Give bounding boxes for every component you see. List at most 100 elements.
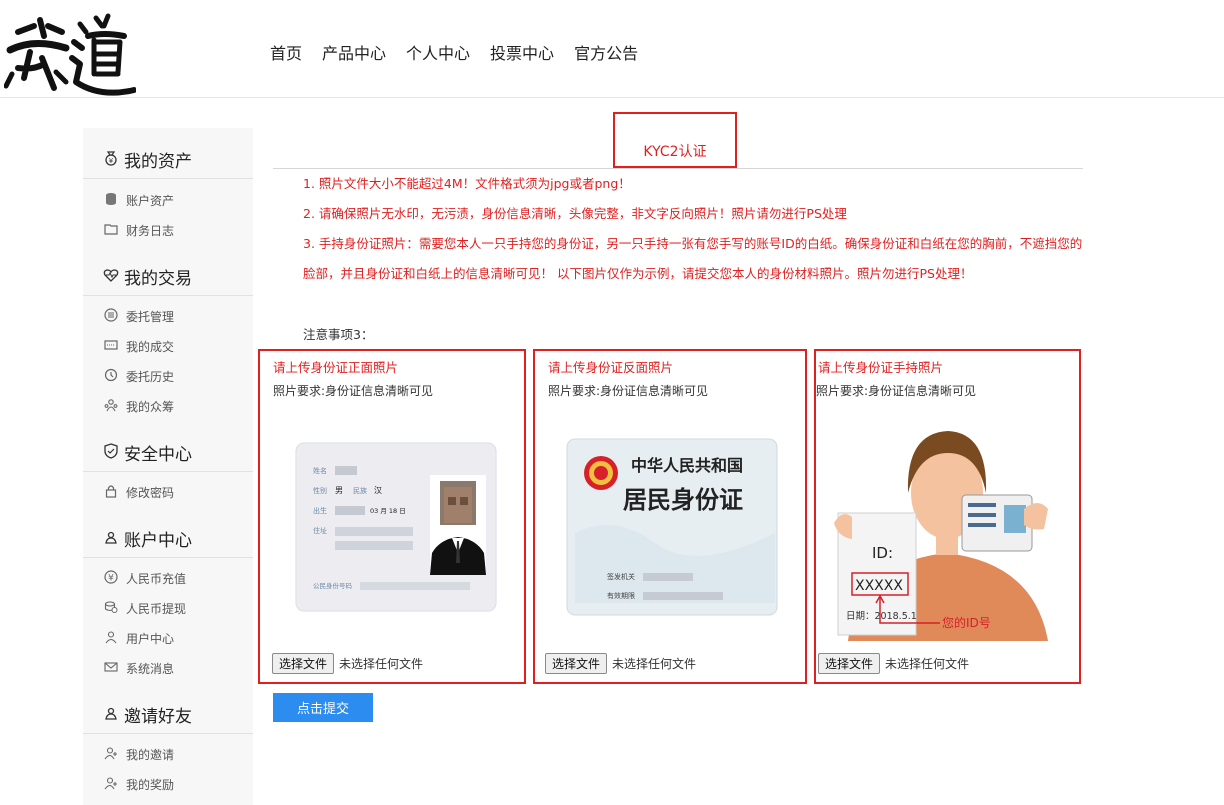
- sidebar-item-label: 修改密码: [126, 486, 175, 500]
- front-address-label: 住址: [313, 526, 327, 535]
- folder-icon: [104, 224, 118, 235]
- sidebar-item-my-crowdfunding[interactable]: 我的众筹: [83, 393, 253, 419]
- file-status: 未选择任何文件: [612, 657, 697, 671]
- nav-announcements[interactable]: 官方公告: [574, 40, 638, 64]
- sidebar-item-rmb-withdraw[interactable]: 人民币提现: [83, 595, 253, 621]
- choose-file-button[interactable]: 选择文件: [272, 653, 335, 674]
- sidebar-item-label: 系统消息: [126, 662, 175, 676]
- sidebar-item-user-center[interactable]: 用户中心: [83, 625, 253, 651]
- file-input-back: 选择文件 未选择任何文件: [545, 653, 696, 674]
- sidebar-item-finance-log[interactable]: 财务日志: [83, 217, 253, 243]
- user-icon: [105, 631, 117, 644]
- section-title: 我的资产: [124, 152, 192, 172]
- sidebar: ¥ 我的资产 账户资产 财务日志 我的交易 委托管理 我的成交 委托历史 我的众…: [83, 128, 253, 805]
- front-name-label: 姓名: [313, 466, 327, 475]
- front-birth-value: 03 月 18 日: [370, 507, 406, 515]
- front-ethnic-label: 民族: [353, 486, 367, 495]
- section-my-trades: 我的交易: [83, 245, 253, 296]
- sidebar-item-my-invitations[interactable]: 我的邀请: [83, 741, 253, 767]
- sidebar-item-system-messages[interactable]: 系统消息: [83, 655, 253, 681]
- back-country: 中华人民共和国: [631, 456, 743, 475]
- yuan-icon: ¥: [104, 570, 118, 584]
- holding-date: 日期：2018.5.1: [846, 611, 917, 622]
- choose-file-button[interactable]: 选择文件: [545, 653, 608, 674]
- holding-id-label: ID:: [872, 544, 893, 562]
- section-title: 安全中心: [124, 445, 192, 465]
- sidebar-item-label: 人民币充值: [126, 572, 187, 586]
- section-invite-friends: 邀请好友: [83, 683, 253, 734]
- heart-pulse-icon: [103, 269, 119, 282]
- history-icon: [104, 368, 118, 382]
- back-valid-label: 有效期限: [607, 591, 635, 600]
- page-title: KYC2认证: [643, 144, 707, 160]
- nav-products[interactable]: 产品中心: [322, 40, 386, 64]
- front-ethnic-value: 汉: [374, 486, 382, 495]
- sidebar-item-label: 我的邀请: [126, 748, 175, 762]
- user-icon: [105, 531, 117, 544]
- sidebar-item-label: 委托管理: [126, 310, 175, 324]
- user-add-icon: [104, 747, 117, 760]
- nav-home[interactable]: 首页: [270, 40, 302, 64]
- nav-personal-center[interactable]: 个人中心: [406, 40, 470, 64]
- section-my-assets: ¥ 我的资产: [83, 128, 253, 179]
- sidebar-item-my-rewards[interactable]: 我的奖励: [83, 771, 253, 797]
- user-add-icon: [104, 777, 117, 790]
- upload-id-front: 请上传身份证正面照片 照片要求:身份证信息清晰可见 姓名 性别 男 民族 汉 出…: [258, 349, 526, 684]
- mail-icon: [104, 662, 118, 672]
- main-nav: 首页 产品中心 个人中心 投票中心 官方公告: [260, 40, 648, 64]
- notice-1: 1. 照片文件大小不能超过4M！文件格式须为jpg或者png！: [303, 176, 631, 191]
- id-front-sample-image: 姓名 性别 男 民族 汉 出生 03 月 18 日 住址 公民身份号码: [295, 442, 497, 612]
- upload-requirement: 照片要求:身份证信息清晰可见: [816, 384, 977, 398]
- file-input-front: 选择文件 未选择任何文件: [272, 653, 423, 674]
- shield-icon: [104, 443, 118, 459]
- coins-icon: [106, 193, 116, 205]
- front-birth-label: 出生: [313, 506, 327, 515]
- upload-requirement: 照片要求:身份证信息清晰可见: [548, 384, 709, 398]
- logo[interactable]: [4, 12, 136, 96]
- upload-id-holding: 请上传身份证手持照片 照片要求:身份证信息清晰可见 ID: XXXXX 日期：2…: [814, 349, 1081, 684]
- section-title: 账户中心: [124, 531, 192, 551]
- choose-file-button[interactable]: 选择文件: [818, 653, 881, 674]
- id-holding-sample-image: ID: XXXXX 日期：2018.5.1 您的ID号: [834, 431, 1048, 641]
- kyc-title-box: KYC2认证: [613, 112, 737, 168]
- section-account-center: 账户中心: [83, 507, 253, 558]
- sidebar-item-label: 账户资产: [126, 194, 175, 208]
- coins-icon: [104, 601, 118, 613]
- svg-text:¥: ¥: [108, 574, 114, 584]
- upload-id-back: 请上传身份证反面照片 照片要求:身份证信息清晰可见 中华人民共和国 居民身份证 …: [533, 349, 807, 684]
- header: 首页 产品中心 个人中心 投票中心 官方公告: [0, 0, 1224, 98]
- sidebar-item-change-password[interactable]: 修改密码: [83, 479, 253, 505]
- sidebar-item-label: 我的众筹: [126, 400, 175, 414]
- notice-3: 3. 手持身份证照片：需要您本人一只手持您的身份证，另一只手持一张有您手写的账号…: [303, 236, 1083, 281]
- upload-title: 请上传身份证手持照片: [818, 360, 944, 375]
- section-security-center: 安全中心: [83, 421, 253, 472]
- submit-button[interactable]: 点击提交: [273, 693, 373, 722]
- file-input-holding: 选择文件 未选择任何文件: [818, 653, 969, 674]
- sidebar-item-order-history[interactable]: 委托历史: [83, 363, 253, 389]
- back-card-title: 居民身份证: [623, 486, 743, 514]
- nav-voting-center[interactable]: 投票中心: [490, 40, 554, 64]
- sidebar-item-label: 人民币提现: [126, 602, 187, 616]
- people-icon: [104, 399, 118, 412]
- svg-text:¥: ¥: [109, 157, 114, 165]
- upload-title: 请上传身份证正面照片: [273, 360, 399, 375]
- notice-2: 2. 请确保照片无水印，无污渍，身份信息清晰，头像完整，非文字反向照片！照片请勿…: [303, 206, 847, 221]
- front-id-label: 公民身份号码: [313, 581, 353, 590]
- note-3-label: 注意事项3：: [303, 327, 374, 342]
- back-authority-label: 签发机关: [607, 572, 635, 581]
- money-bag-icon: ¥: [105, 151, 117, 166]
- sidebar-item-account-assets[interactable]: 账户资产: [83, 187, 253, 213]
- sidebar-item-order-management[interactable]: 委托管理: [83, 303, 253, 329]
- lock-icon: [105, 485, 117, 498]
- holding-arrow-note: 您的ID号: [942, 615, 991, 630]
- sidebar-item-label: 我的成交: [126, 340, 175, 354]
- sidebar-item-label: 委托历史: [126, 370, 175, 384]
- ticket-icon: [104, 340, 118, 350]
- section-title: 我的交易: [124, 269, 192, 289]
- sidebar-item-rmb-deposit[interactable]: ¥ 人民币充值: [83, 565, 253, 591]
- front-sex-value: 男: [335, 486, 343, 495]
- file-status: 未选择任何文件: [885, 657, 970, 671]
- upload-requirement: 照片要求:身份证信息清晰可见: [273, 384, 434, 398]
- id-back-sample-image: 中华人民共和国 居民身份证 签发机关 有效期限: [566, 438, 778, 616]
- sidebar-item-my-deals[interactable]: 我的成交: [83, 333, 253, 359]
